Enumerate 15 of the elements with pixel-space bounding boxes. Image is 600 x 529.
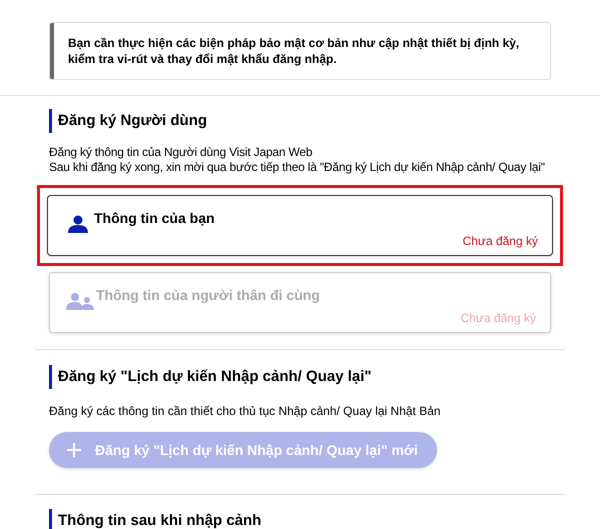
registration-card[interactable]: Thông tin của bạn Chưa đăng ký [47,195,553,256]
plus-icon [67,443,81,457]
status-label: Chưa đăng ký [460,310,536,327]
card-title: Thông tin của bạn [94,209,216,228]
description-text: Đăng ký các thông tin cần thiết cho thủ tục Nhập cảnh/ Quay lại Nhật Bản [49,403,442,420]
description-text: Sau khi đăng ký xong, xin mời qua bước tiếp theo là "Đăng ký Lịch dự kiến Nhập cảnh/ Quay lại" [49,160,546,175]
notice-text: Bạn cần thực hiện các biện pháp bảo mật cơ bản như cập nhật thiết bị định kỳ, kiểm tra vi-rút và thay đổi mật khẩu đăng nhập. [66,35,520,68]
section-heading: Thông tin sau khi nhập cảnh [58,511,262,529]
status-label: Chưa đăng ký [462,233,538,250]
card-title: Thông tin của người thân đi cùng [96,286,321,305]
person-icon [68,215,88,233]
section-heading: Đăng ký "Lịch dự kiến Nhập cảnh/ Quay lại" [58,367,372,387]
description-text: Đăng ký thông tin của Người dùng Visit Japan Web [49,145,314,160]
section-heading: Đăng ký Người dùng [58,111,208,131]
people-icon [66,292,94,310]
